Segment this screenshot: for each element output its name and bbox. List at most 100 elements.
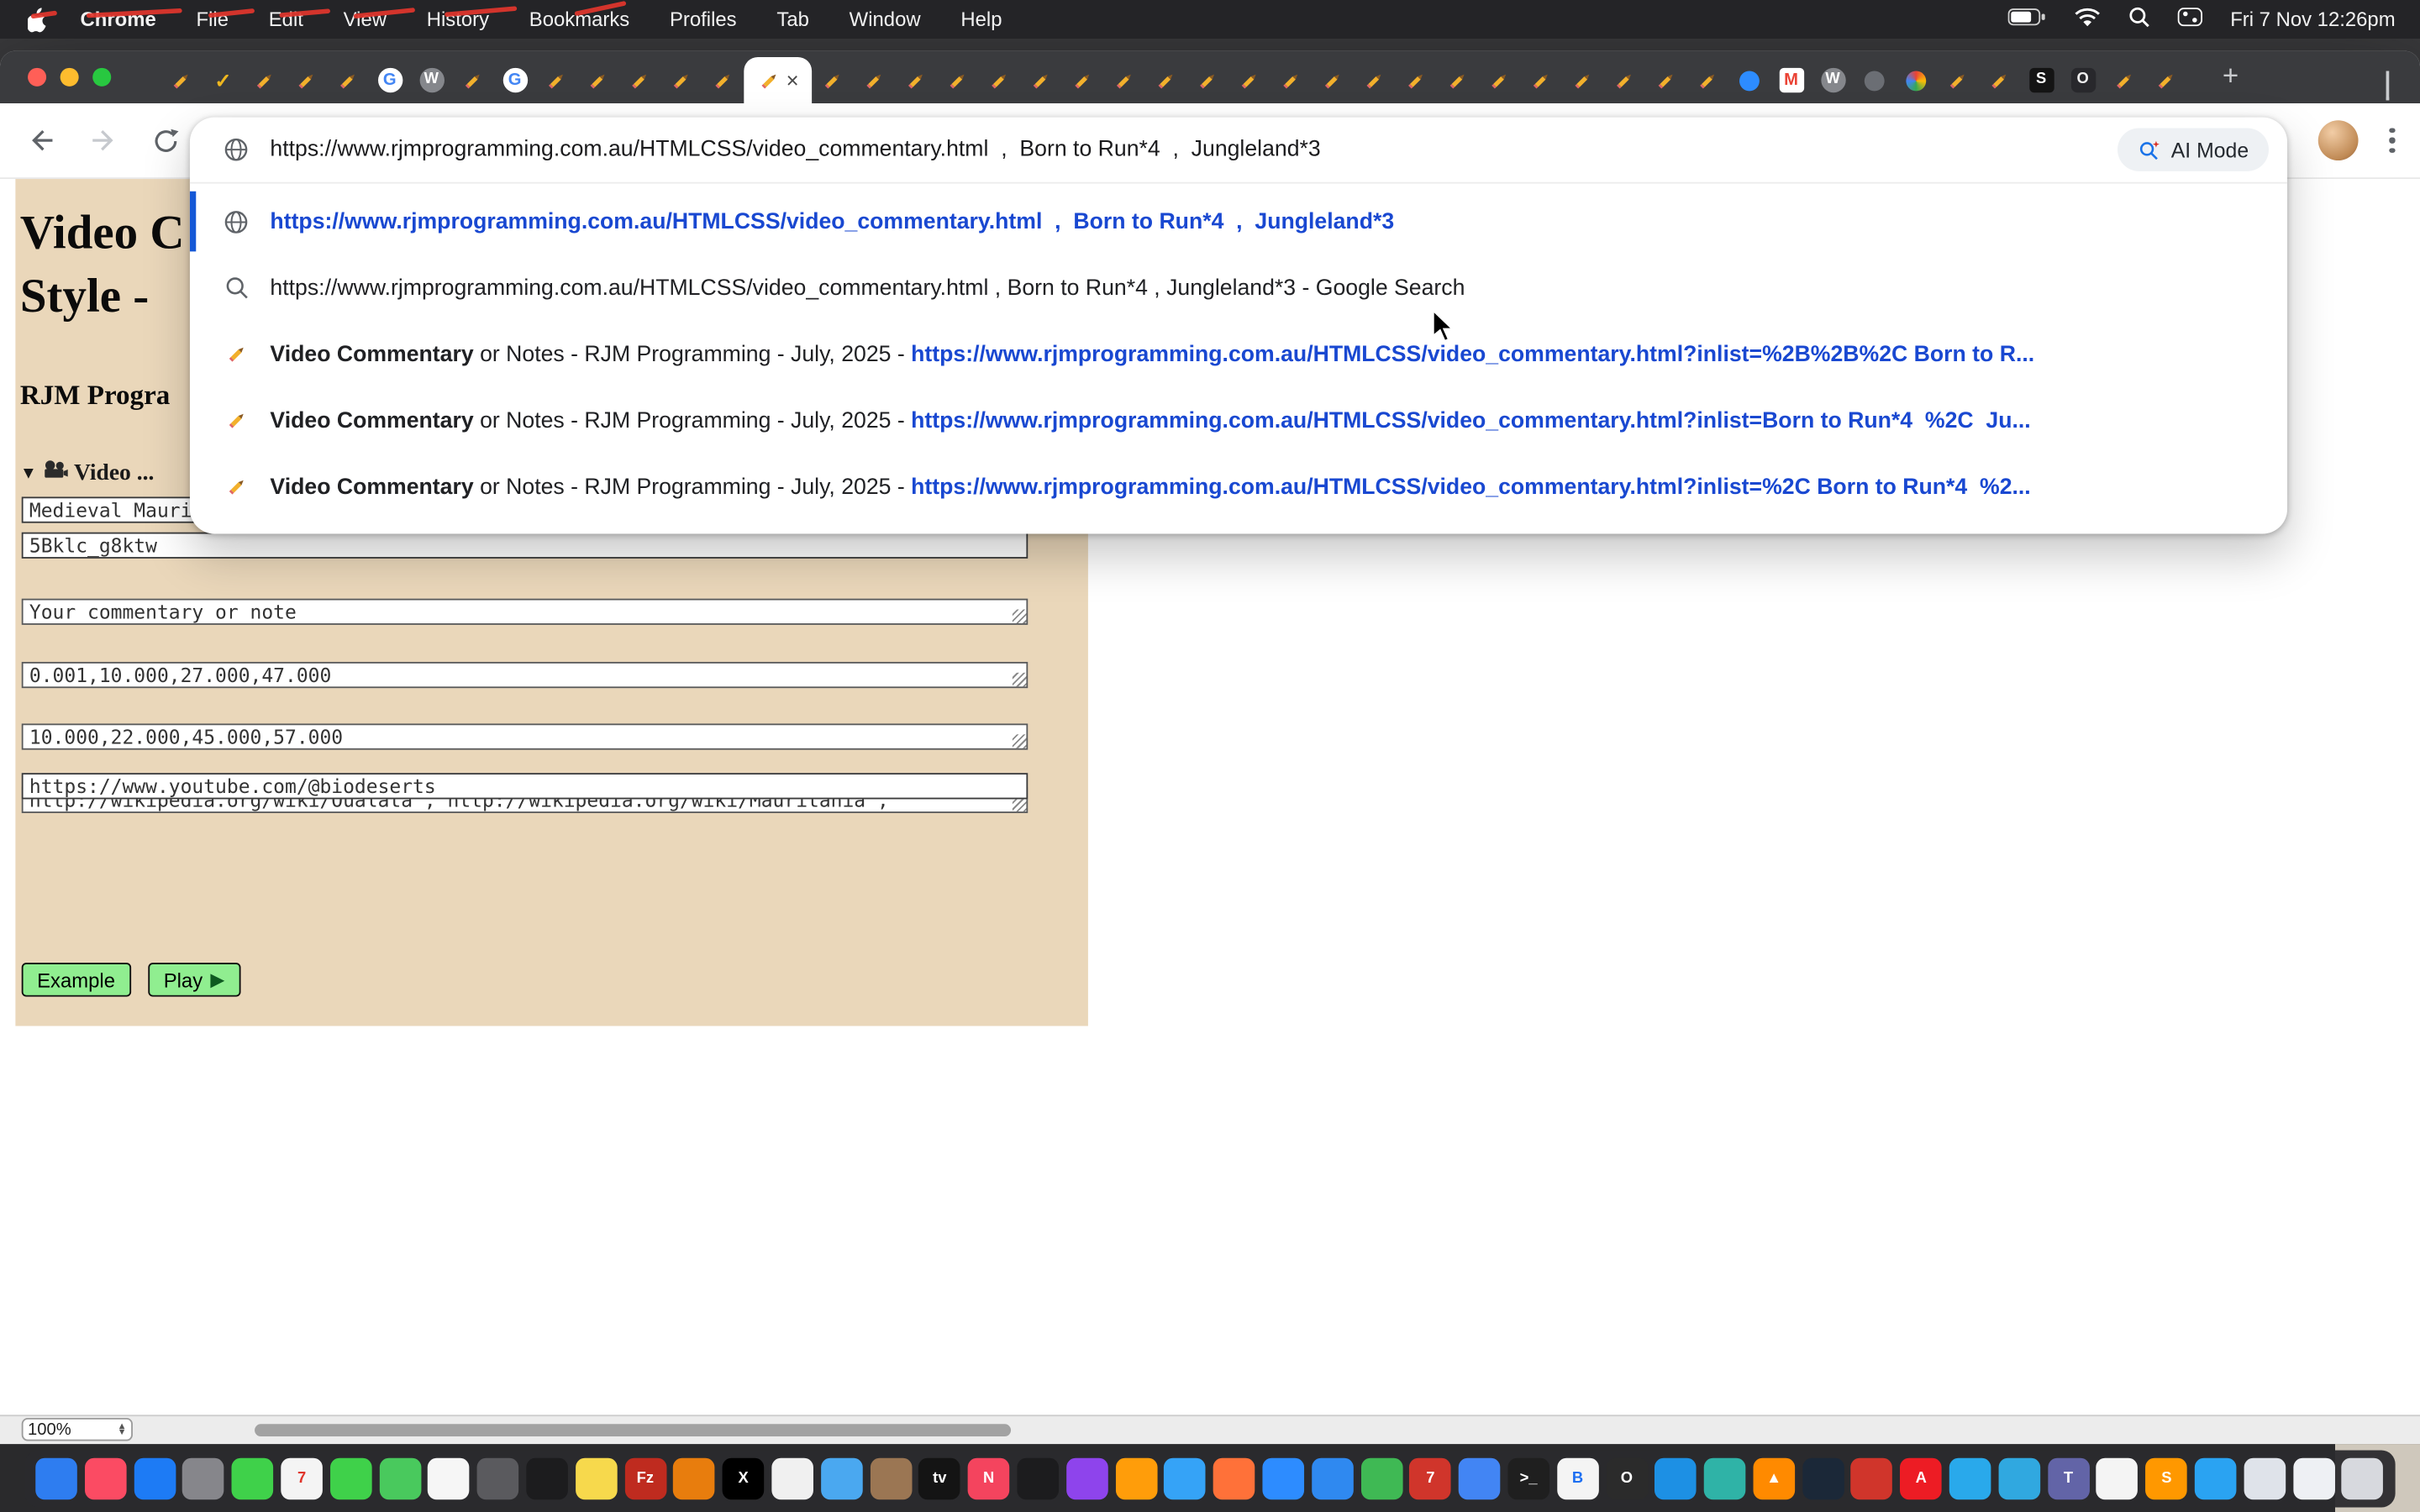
new-tab-button[interactable]: + <box>2223 60 2238 93</box>
dock-calculator[interactable] <box>771 1458 813 1500</box>
dock-x[interactable]: X <box>723 1458 765 1500</box>
dock-files-folder[interactable] <box>2293 1458 2335 1500</box>
tab[interactable] <box>1270 57 1313 103</box>
end-times-textarea[interactable]: 10.000,22.000,45.000,57.000 <box>22 723 1028 749</box>
dock-notes[interactable] <box>576 1458 618 1500</box>
suggestion-row-search[interactable]: https://www.rjmprogramming.com.au/HTMLCS… <box>190 255 2287 321</box>
tab[interactable]: O <box>2062 57 2104 103</box>
dock-numbers[interactable] <box>1360 1458 1402 1500</box>
tab[interactable] <box>1228 57 1270 103</box>
tab[interactable] <box>854 57 896 103</box>
tab[interactable] <box>1979 57 2021 103</box>
tab[interactable] <box>2145 57 2187 103</box>
tab[interactable] <box>2103 57 2145 103</box>
tab[interactable] <box>978 57 1020 103</box>
video-details-summary[interactable]: ▼ Video ... <box>20 459 155 487</box>
dock-zoom[interactable] <box>1262 1458 1304 1500</box>
dock-downloads-folder[interactable] <box>2244 1458 2286 1500</box>
tab[interactable] <box>1687 57 1729 103</box>
battery-icon[interactable] <box>2008 8 2047 31</box>
dock-app-store[interactable] <box>134 1458 176 1500</box>
forward-button[interactable] <box>83 120 124 160</box>
suggestion-row-url[interactable]: https://www.rjmprogramming.com.au/HTMLCS… <box>190 188 2287 255</box>
tab[interactable] <box>452 57 494 103</box>
dock-trash[interactable] <box>2342 1458 2384 1500</box>
dock-news[interactable]: N <box>968 1458 1010 1500</box>
spotlight-icon[interactable] <box>2128 6 2150 32</box>
tab[interactable]: G <box>494 57 536 103</box>
dock-safari[interactable] <box>1165 1458 1207 1500</box>
tab[interactable] <box>1479 57 1521 103</box>
tab[interactable] <box>1520 57 1562 103</box>
dock-tv[interactable]: tv <box>918 1458 960 1500</box>
dock-preview[interactable] <box>821 1458 863 1500</box>
dock-terminal[interactable]: >_ <box>1507 1458 1549 1500</box>
dock-clock[interactable] <box>526 1458 568 1500</box>
channel-url-input[interactable] <box>22 773 1028 799</box>
dock-seven-zip[interactable]: 7 <box>1410 1458 1452 1500</box>
window-close-button[interactable] <box>28 68 46 87</box>
tab[interactable] <box>1062 57 1104 103</box>
tab[interactable] <box>1186 57 1228 103</box>
tab[interactable] <box>327 57 369 103</box>
tab[interactable]: M <box>1770 57 1812 103</box>
tab[interactable] <box>1395 57 1437 103</box>
menu-item-tab[interactable]: Tab <box>776 8 809 31</box>
tab[interactable] <box>660 57 702 103</box>
tab[interactable] <box>1645 57 1687 103</box>
dock-stocks[interactable] <box>1017 1458 1059 1500</box>
suggestion-row-history-2[interactable]: Video Commentary or Notes - RJM Programm… <box>190 387 2287 454</box>
dock-blender[interactable] <box>673 1458 715 1500</box>
dock-books[interactable] <box>1115 1458 1157 1500</box>
tab[interactable] <box>244 57 286 103</box>
profile-avatar[interactable] <box>2318 120 2359 160</box>
dock-bbedit[interactable]: B <box>1557 1458 1599 1500</box>
dock-podcasts[interactable] <box>1066 1458 1108 1500</box>
tab[interactable] <box>1312 57 1354 103</box>
tab[interactable] <box>1854 57 1896 103</box>
dock-calendar[interactable]: 7 <box>281 1458 323 1500</box>
tab[interactable] <box>1937 57 1979 103</box>
suggestion-row-history-1[interactable]: Video Commentary or Notes - RJM Programm… <box>190 321 2287 387</box>
dock-chrome[interactable] <box>1459 1458 1501 1500</box>
tab[interactable] <box>1728 57 1770 103</box>
tab[interactable] <box>1103 57 1145 103</box>
dock-docker[interactable] <box>1655 1458 1697 1500</box>
ai-mode-button[interactable]: AI Mode <box>2117 128 2269 171</box>
omnibox-url-text[interactable]: https://www.rjmprogramming.com.au/HTMLCS… <box>270 137 1320 161</box>
tab[interactable]: ✓ <box>203 57 245 103</box>
dock-photos[interactable] <box>428 1458 470 1500</box>
dock-telegram[interactable] <box>1949 1458 1991 1500</box>
dock-slack[interactable] <box>2096 1458 2139 1500</box>
menu-item-profiles[interactable]: Profiles <box>670 8 737 31</box>
tab-overflow-chevron-icon[interactable] <box>2386 71 2399 83</box>
control-center-icon[interactable] <box>2178 8 2202 31</box>
suggestion-row-history-3[interactable]: Video Commentary or Notes - RJM Programm… <box>190 454 2287 520</box>
tab[interactable] <box>1896 57 1938 103</box>
dock-vlc[interactable]: ▲ <box>1753 1458 1795 1500</box>
apple-menu-icon[interactable] <box>24 7 49 31</box>
tab[interactable] <box>937 57 979 103</box>
dock-obs[interactable]: O <box>1606 1458 1648 1500</box>
dock-messages[interactable] <box>232 1458 274 1500</box>
tab[interactable] <box>1437 57 1479 103</box>
tab[interactable] <box>160 57 203 103</box>
commentary-textarea[interactable]: Your commentary or note <box>22 599 1028 625</box>
tab[interactable] <box>286 57 328 103</box>
window-minimize-button[interactable] <box>60 68 79 87</box>
back-button[interactable] <box>22 120 62 160</box>
dock-finder[interactable] <box>35 1458 77 1500</box>
omnibox-input-row[interactable]: https://www.rjmprogramming.com.au/HTMLCS… <box>190 118 2287 182</box>
dock-camera[interactable] <box>477 1458 519 1500</box>
dock-system-settings[interactable] <box>182 1458 224 1500</box>
video-id-input[interactable] <box>22 533 1028 559</box>
window-zoom-button[interactable] <box>92 68 111 87</box>
tab[interactable] <box>1354 57 1396 103</box>
horizontal-scrollbar-thumb[interactable] <box>255 1424 1011 1436</box>
tab[interactable]: S <box>2020 57 2062 103</box>
tab[interactable] <box>577 57 619 103</box>
menu-item-help[interactable]: Help <box>960 8 1002 31</box>
tab-active[interactable]: × <box>744 57 812 103</box>
chrome-menu-kebab-icon[interactable] <box>2380 128 2404 153</box>
tab[interactable]: G <box>369 57 411 103</box>
